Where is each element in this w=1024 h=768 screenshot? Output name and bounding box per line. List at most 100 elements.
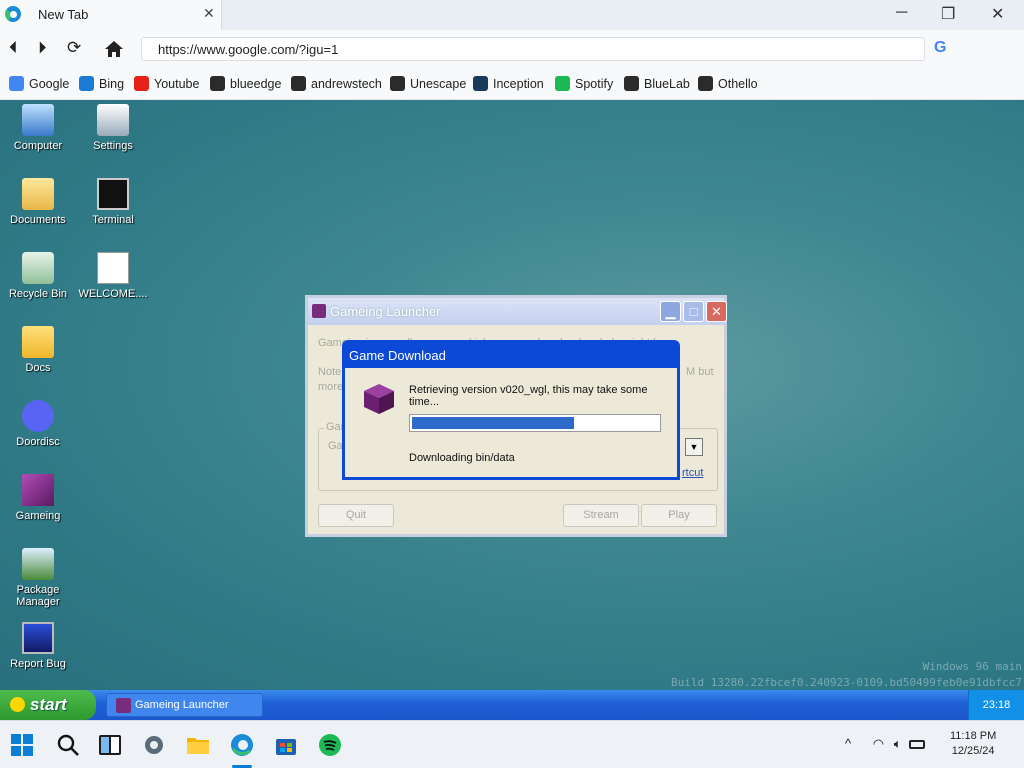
quit-button[interactable]: Quit bbox=[318, 504, 394, 527]
tab-new-tab[interactable]: New Tab ✕ bbox=[0, 0, 222, 30]
stream-button[interactable]: Stream bbox=[563, 504, 639, 527]
store-icon[interactable] bbox=[274, 733, 298, 757]
minimize-button[interactable]: ─ bbox=[896, 4, 907, 22]
desktop-icon-label: Documents bbox=[10, 214, 66, 226]
close-window-button[interactable]: ✕ bbox=[991, 4, 1004, 24]
system-clock[interactable]: 11:18 PM 12/25/24 bbox=[950, 729, 996, 759]
terminal-icon bbox=[291, 76, 306, 91]
desktop-icon-gameing[interactable]: Gameing bbox=[0, 474, 76, 522]
settings-icon bbox=[97, 104, 129, 136]
bookmark-google[interactable]: Google bbox=[9, 76, 69, 91]
browser-tab-strip: New Tab ✕ ─ ❐ ✕ bbox=[0, 0, 1024, 30]
desktop-icon-label: Docs bbox=[25, 362, 51, 374]
desktop-icon-doordisc[interactable]: Doordisc bbox=[0, 400, 76, 448]
xp-taskbar: start Gameing Launcher 23:18 bbox=[0, 690, 1024, 720]
desktop-icon-label: Settings bbox=[93, 140, 133, 152]
folder-icon bbox=[22, 326, 54, 358]
volume-icon[interactable]: 🔈︎ bbox=[894, 736, 902, 751]
react-icon bbox=[624, 76, 639, 91]
wifi-icon[interactable]: ◠ bbox=[873, 736, 884, 751]
bookmark-label: Bing bbox=[99, 77, 125, 91]
desktop-icon-computer[interactable]: Computer bbox=[0, 104, 76, 152]
start-button[interactable]: start bbox=[0, 690, 96, 720]
google-icon[interactable]: G bbox=[934, 39, 946, 57]
react-icon bbox=[390, 76, 405, 91]
bookmarks-bar: Google Bing Youtube blueedge andrewstech Unes… bbox=[0, 68, 1024, 100]
start-logo-icon bbox=[10, 697, 25, 712]
bookmark-blueedge[interactable]: blueedge bbox=[210, 76, 281, 91]
chevron-down-icon[interactable]: ▼ bbox=[685, 438, 703, 456]
inception-icon bbox=[473, 76, 488, 91]
launcher-close-button[interactable]: ✕ bbox=[706, 301, 727, 322]
game-download-dialog: Game Download Retrieving version v020_wg… bbox=[342, 340, 680, 480]
taskbar-item-label: Gameing Launcher bbox=[135, 699, 229, 711]
google-icon bbox=[9, 76, 24, 91]
cube-icon bbox=[116, 698, 131, 713]
launcher-minimize-button[interactable]: ▁ bbox=[660, 301, 681, 322]
desktop-icon-documents[interactable]: Documents bbox=[0, 178, 76, 226]
computer-icon bbox=[22, 104, 54, 136]
restore-button[interactable]: ❐ bbox=[941, 4, 955, 24]
file-explorer-icon[interactable] bbox=[186, 733, 210, 757]
bookmark-youtube[interactable]: Youtube bbox=[134, 76, 199, 91]
tab-title: New Tab bbox=[38, 7, 89, 22]
tab-close-button[interactable]: ✕ bbox=[203, 5, 215, 22]
tray-chevron-icon[interactable]: ^ bbox=[845, 736, 851, 751]
launcher-maximize-button[interactable]: □ bbox=[683, 301, 704, 322]
package-manager-icon bbox=[22, 548, 54, 580]
edge-icon bbox=[5, 6, 21, 22]
desktop-icon-docs[interactable]: Docs bbox=[0, 326, 76, 374]
bookmark-unescape[interactable]: Unescape bbox=[390, 76, 466, 91]
build-watermark-line2: Build 13280.22fbcef0.240923-0109.bd50499… bbox=[671, 676, 1022, 689]
bookmark-label: blueedge bbox=[230, 77, 282, 91]
clock-time: 11:18 PM bbox=[950, 730, 997, 742]
system-tray: ^ ◠ 🔈︎ bbox=[845, 736, 926, 752]
bookmark-label: Unescape bbox=[410, 77, 467, 91]
download-message: Retrieving version v020_wgl, this may ta… bbox=[409, 384, 648, 408]
discord-icon bbox=[22, 400, 54, 432]
bookmark-andrewstech[interactable]: andrewstech bbox=[291, 76, 382, 91]
bookmark-label: BlueLab bbox=[644, 77, 690, 91]
desktop-icon-package-manager[interactable]: Package Manager bbox=[0, 548, 76, 608]
download-progress-fill bbox=[412, 417, 575, 429]
build-watermark-line1: Windows 96 main bbox=[922, 660, 1022, 673]
bookmark-label: Inception bbox=[493, 77, 544, 91]
desktop-icon-settings[interactable]: Settings bbox=[75, 104, 151, 152]
documents-icon bbox=[22, 178, 54, 210]
settings-icon[interactable] bbox=[142, 733, 166, 757]
desktop-icon-recycle-bin[interactable]: Recycle Bin bbox=[0, 252, 76, 300]
desktop-icon-label: Computer bbox=[13, 140, 63, 152]
windows-start-icon[interactable] bbox=[10, 733, 34, 757]
launcher-note-label: Note: bbox=[318, 366, 345, 378]
bing-icon bbox=[79, 76, 94, 91]
bookmark-inception[interactable]: Inception bbox=[473, 76, 544, 91]
desktop-icon-report-bug[interactable]: Report Bug bbox=[0, 622, 76, 670]
reload-icon[interactable]: ⟳ bbox=[67, 38, 81, 58]
shortcut-link[interactable]: rtcut bbox=[682, 467, 703, 479]
url-input[interactable]: https://www.google.com/?igu=1 bbox=[141, 37, 925, 61]
bookmark-bluelab[interactable]: BlueLab bbox=[624, 76, 690, 91]
react-icon bbox=[210, 76, 225, 91]
bookmark-spotify[interactable]: Spotify bbox=[555, 76, 613, 91]
launcher-titlebar[interactable]: Gameing Launcher ▁ □ ✕ bbox=[308, 298, 727, 325]
task-view-icon[interactable] bbox=[98, 733, 122, 757]
edge-icon[interactable] bbox=[230, 733, 254, 757]
battery-icon[interactable] bbox=[909, 740, 926, 749]
desktop-icon-label: Terminal bbox=[92, 214, 134, 226]
launcher-title: Gameing Launcher bbox=[330, 304, 441, 319]
back-icon[interactable]: ⏴ bbox=[9, 38, 18, 58]
download-progress-bar bbox=[409, 414, 661, 432]
play-button[interactable]: Play bbox=[641, 504, 717, 527]
search-icon[interactable] bbox=[56, 733, 80, 757]
taskbar-item-gameing-launcher[interactable]: Gameing Launcher bbox=[106, 693, 263, 717]
bookmark-label: Google bbox=[29, 77, 70, 91]
bookmark-bing[interactable]: Bing bbox=[79, 76, 124, 91]
forward-icon[interactable]: ⏵ bbox=[38, 38, 47, 58]
youtube-icon bbox=[134, 76, 149, 91]
bookmark-othello[interactable]: Othello bbox=[698, 76, 758, 91]
spotify-icon[interactable] bbox=[318, 733, 342, 757]
desktop-icon-terminal[interactable]: Terminal bbox=[75, 178, 151, 226]
home-icon[interactable] bbox=[104, 40, 124, 58]
desktop-icon-welcome[interactable]: WELCOME.... bbox=[75, 252, 151, 300]
launcher-note-suffix: M but bbox=[686, 366, 714, 378]
